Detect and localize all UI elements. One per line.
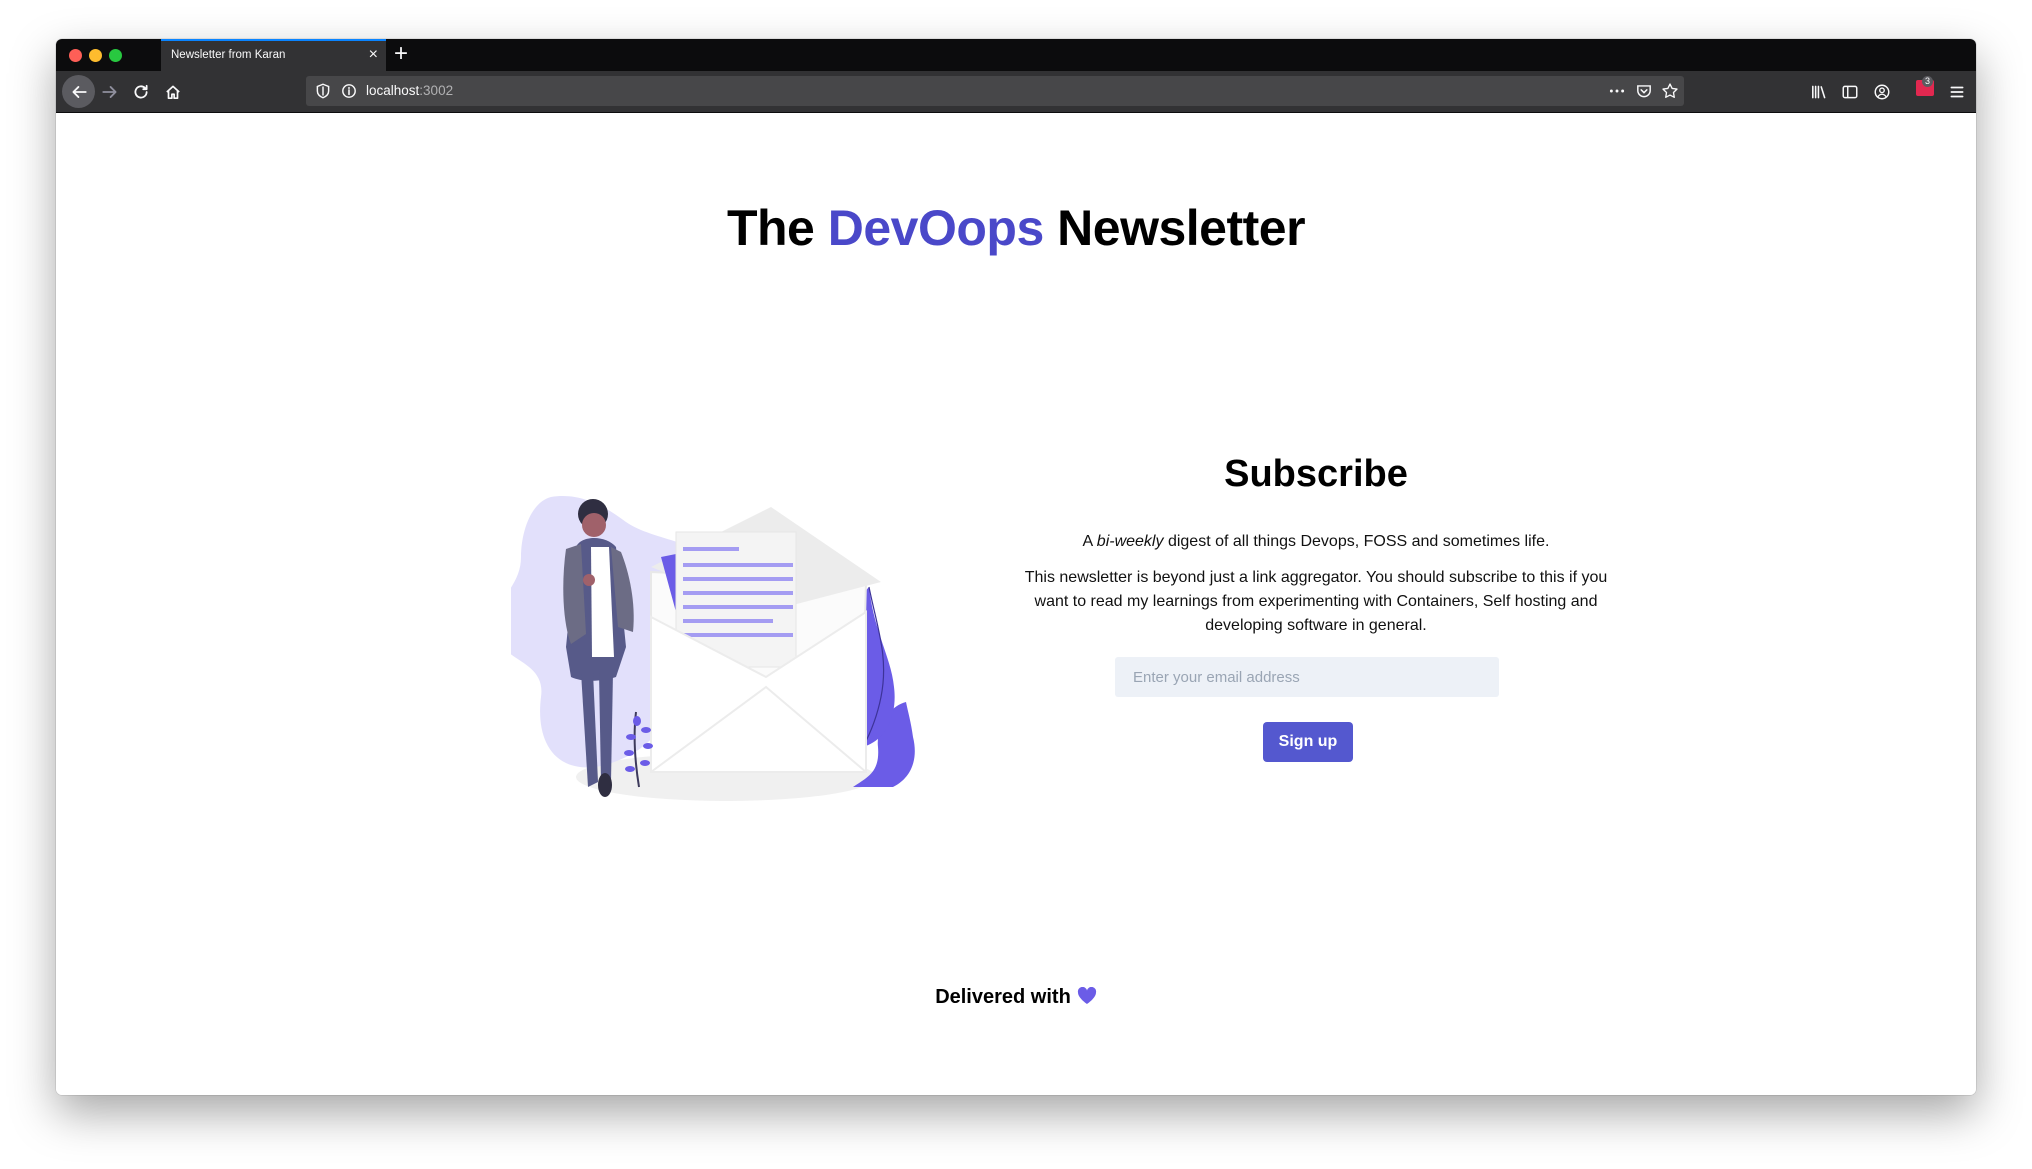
close-window-button[interactable]	[69, 49, 82, 62]
tab-close-icon[interactable]: ×	[369, 46, 378, 64]
headline-end: Newsletter	[1057, 200, 1306, 256]
reload-button[interactable]	[129, 80, 153, 104]
new-tab-button[interactable]: +	[394, 40, 408, 68]
tab-title: Newsletter from Karan	[171, 49, 286, 61]
menu-button[interactable]	[1945, 80, 1969, 104]
subscribe-section: Subscribe A bi-weekly digest of all thin…	[1006, 453, 1626, 638]
footer: Delivered with	[56, 986, 1976, 1009]
tab-newsletter[interactable]: Newsletter from Karan ×	[161, 39, 386, 71]
url-port: :3002	[419, 83, 454, 98]
library-icon	[1812, 85, 1826, 99]
account-icon	[1874, 84, 1890, 100]
heart-icon	[1077, 987, 1096, 1004]
page-actions-icon[interactable]	[1608, 82, 1626, 100]
subscribe-title: Subscribe	[1224, 453, 1408, 495]
home-icon	[166, 85, 180, 100]
sign-up-button[interactable]: Sign up	[1263, 722, 1353, 762]
pocket-icon[interactable]	[1635, 82, 1653, 100]
site-info-icon[interactable]	[340, 82, 358, 100]
hamburger-menu-icon	[1950, 86, 1964, 98]
subscribe-description: This newsletter is beyond just a link ag…	[1024, 569, 1608, 634]
zoom-window-button[interactable]	[109, 49, 122, 62]
page-content: The DevOops Newsletter Subscribe A bi-we…	[56, 113, 1976, 1095]
footer-text: Delivered with	[935, 986, 1071, 1008]
forward-arrow-icon	[102, 86, 117, 98]
url-text[interactable]: localhost:3002	[366, 83, 453, 98]
headline-start: The	[726, 200, 815, 256]
headline-brand: DevOops	[827, 200, 1045, 256]
extension-badge: 3	[1922, 76, 1934, 87]
browser-window: Newsletter from Karan × + localhost:3002	[56, 39, 1976, 1095]
home-button[interactable]	[161, 80, 185, 104]
email-input[interactable]	[1115, 657, 1499, 697]
tagline-suffix: digest of all things Devops, FOSS and so…	[1167, 533, 1550, 550]
minimize-window-button[interactable]	[89, 49, 102, 62]
sidebar-icon	[1842, 85, 1858, 99]
bookmark-star-icon[interactable]	[1661, 82, 1679, 100]
tracking-shield-icon[interactable]	[314, 82, 332, 100]
sidebar-button[interactable]	[1838, 80, 1862, 104]
subscribe-tagline: A bi-weekly digest of all things Devops,…	[1006, 530, 1626, 554]
back-button[interactable]	[62, 75, 95, 108]
library-button[interactable]	[1807, 80, 1831, 104]
navigation-toolbar: localhost:3002 3	[56, 71, 1976, 113]
account-button[interactable]	[1870, 80, 1894, 104]
address-bar[interactable]: localhost:3002	[306, 76, 1684, 106]
tab-strip: Newsletter from Karan × +	[56, 39, 1976, 71]
newsletter-illustration	[511, 496, 915, 801]
tagline-prefix: A	[1082, 533, 1093, 550]
back-arrow-icon	[71, 85, 87, 98]
tagline-frequency: bi-weekly	[1096, 533, 1164, 550]
page-title: The DevOops Newsletter	[56, 199, 1976, 257]
forward-button[interactable]	[98, 80, 122, 104]
url-host: localhost	[366, 83, 420, 98]
reload-icon	[134, 84, 148, 99]
